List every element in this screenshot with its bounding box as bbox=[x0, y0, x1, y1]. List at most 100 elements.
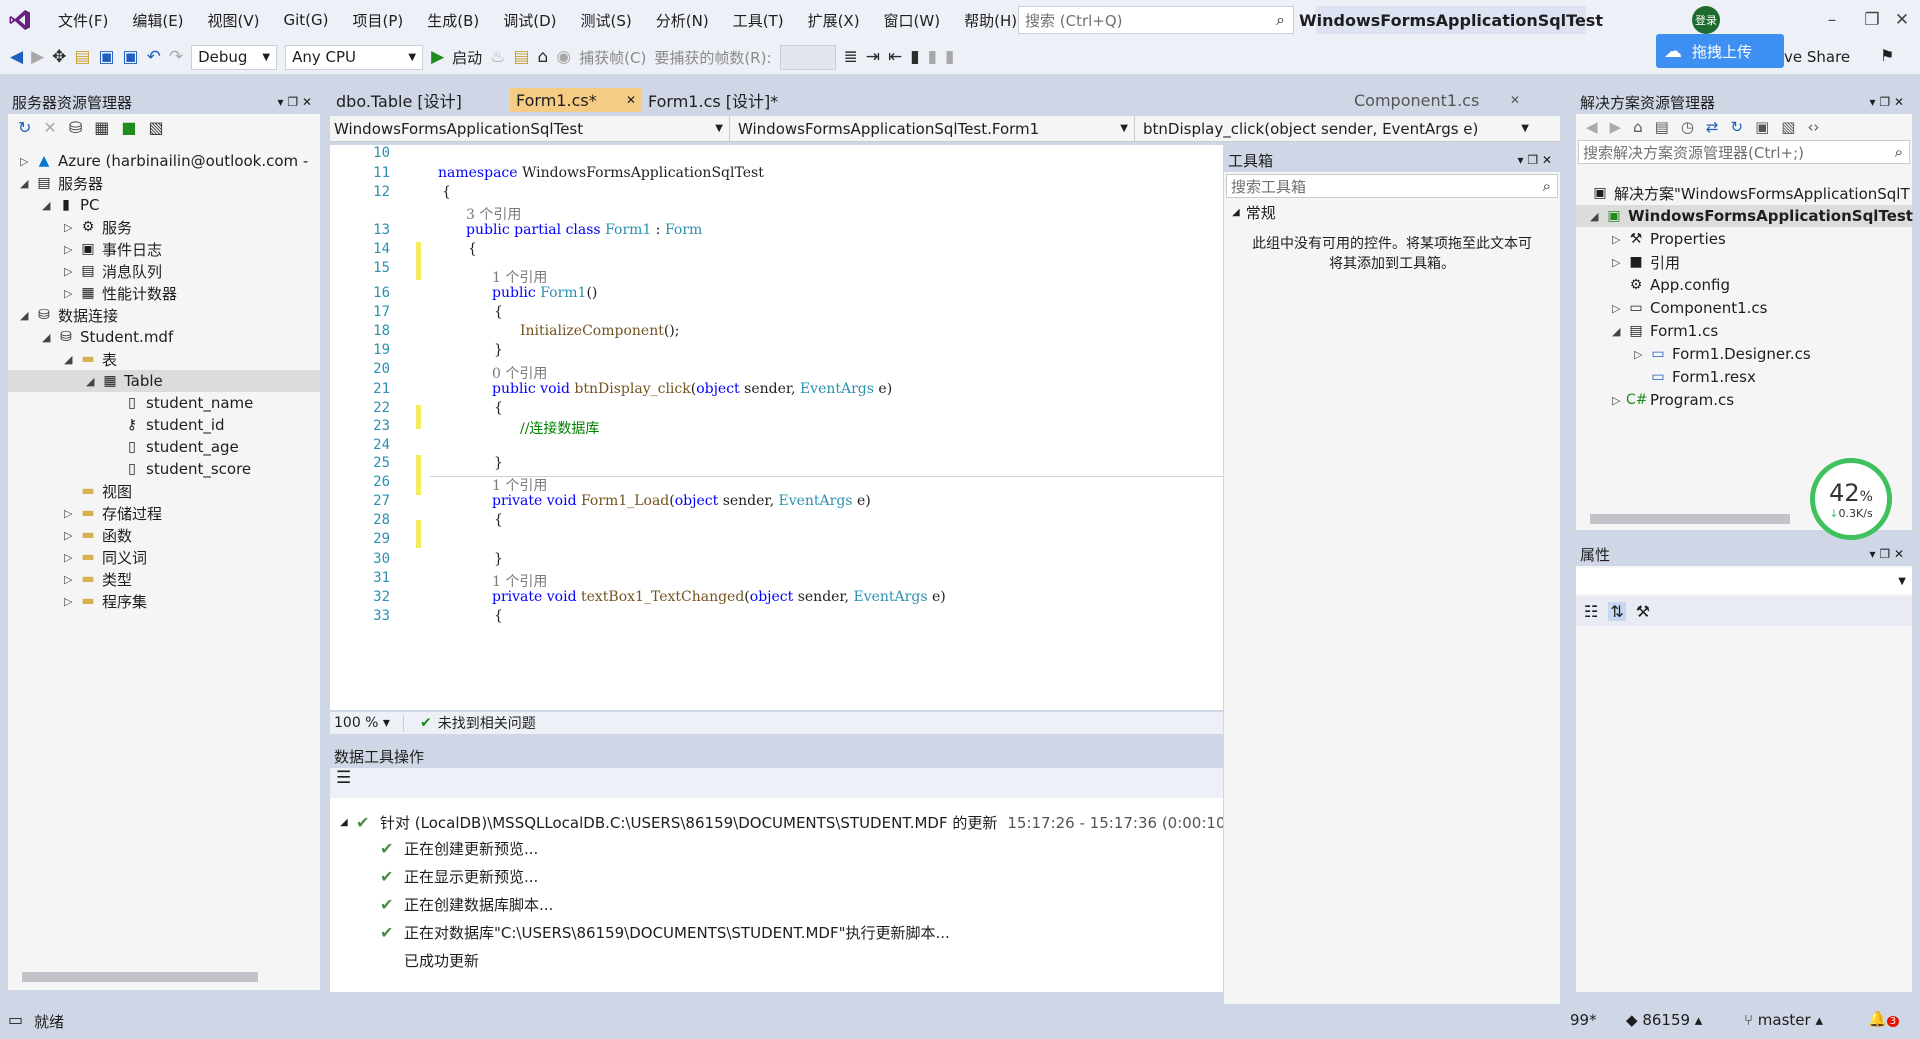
solution-search-input[interactable]: 搜索解决方案资源管理器(Ctrl+;) ⌕ bbox=[1578, 140, 1910, 164]
code-view-icon[interactable]: ‹› bbox=[1807, 118, 1819, 136]
forward-icon[interactable]: ▶ bbox=[31, 47, 44, 67]
folder-icon[interactable]: ▤ bbox=[513, 47, 529, 67]
upload-button[interactable]: ☁ 拖拽上传 bbox=[1656, 34, 1784, 68]
notifications-icon[interactable]: 🔔 3 bbox=[1868, 1010, 1900, 1028]
panel-options-icon[interactable]: ▾ ❐ ✕ bbox=[1870, 547, 1904, 561]
capture-count-select[interactable] bbox=[779, 44, 836, 70]
close-icon[interactable]: ✕ bbox=[1882, 8, 1920, 32]
git-commits[interactable]: ◆ 86159 ▴ bbox=[1626, 1011, 1702, 1029]
tab-component1[interactable]: Component1.cs ✕ bbox=[1348, 88, 1526, 112]
bookmark-icon[interactable]: ▮ bbox=[910, 47, 919, 67]
tree-item-assemblies[interactable]: ▷ ▬ 程序集 bbox=[64, 590, 147, 612]
save-icon[interactable]: ▣ bbox=[98, 47, 114, 67]
tree-item-solution[interactable]: ▣ 解决方案"WindowsFormsApplicationSqlT bbox=[1590, 182, 1909, 204]
save-all-icon[interactable]: ▣ bbox=[123, 47, 139, 67]
properties-object-select[interactable]: ▼ bbox=[1576, 568, 1912, 594]
menu-test[interactable]: 测试(S) bbox=[569, 0, 644, 40]
tree-item-functions[interactable]: ▷ ▬ 函数 bbox=[64, 524, 132, 546]
tab-form1-cs[interactable]: Form1.cs* ✕ bbox=[510, 88, 642, 112]
tab-dbo-table[interactable]: dbo.Table [设计] bbox=[330, 88, 510, 112]
tree-item-stored-procs[interactable]: ▷ ▬ 存储过程 bbox=[64, 502, 162, 524]
undo-icon[interactable]: ↶ bbox=[147, 47, 161, 67]
bookmark-next-icon[interactable]: ▮ bbox=[945, 47, 954, 67]
tree-item-tables[interactable]: ◢ ▬ 表 bbox=[64, 348, 117, 370]
status-errors[interactable]: 99* bbox=[1570, 1011, 1597, 1029]
reference-count[interactable]: 1 个引用 bbox=[492, 571, 547, 591]
menu-analyze[interactable]: 分析(N) bbox=[644, 0, 721, 40]
tree-item-pc[interactable]: ◢ ▮ PC bbox=[42, 194, 100, 216]
project-dropdown[interactable]: WindowsFormsApplicationSqlTest ▼ bbox=[330, 116, 730, 141]
azure-connect-icon[interactable]: ▧ bbox=[148, 118, 163, 137]
back-icon[interactable]: ◀ bbox=[1586, 118, 1598, 136]
open-folder-icon[interactable]: ▤ bbox=[74, 47, 90, 67]
panel-options-icon[interactable]: ▾ ❐ ✕ bbox=[1518, 153, 1552, 167]
avatar[interactable]: 登录 bbox=[1692, 6, 1720, 34]
tree-item-form1-resx[interactable]: ▭ Form1.resx bbox=[1648, 366, 1755, 388]
menu-edit[interactable]: 编辑(E) bbox=[120, 0, 195, 40]
toolbox-group-general[interactable]: ◢ 常规 bbox=[1224, 200, 1560, 224]
reference-count[interactable]: 1 个引用 bbox=[492, 267, 547, 287]
tree-item-form1-designer[interactable]: ▷ ▭ Form1.Designer.cs bbox=[1634, 343, 1811, 365]
git-branch[interactable]: ⑂ master ▴ bbox=[1744, 1011, 1823, 1029]
tree-item-data-connections[interactable]: ◢ ⛁ 数据连接 bbox=[20, 304, 118, 326]
connect-database-icon[interactable]: ⛁ bbox=[69, 118, 82, 137]
stop-icon[interactable]: ✕ bbox=[43, 118, 56, 137]
menu-extensions[interactable]: 扩展(X) bbox=[796, 0, 872, 40]
search-input[interactable]: 搜索 (Ctrl+Q) ⌕ bbox=[1018, 6, 1294, 34]
align-icon[interactable]: ≣ bbox=[844, 47, 858, 67]
categorized-icon[interactable]: ☷ bbox=[1584, 602, 1598, 621]
show-all-files-icon[interactable]: ▧ bbox=[1781, 118, 1795, 136]
refresh-icon[interactable]: ↻ bbox=[18, 118, 31, 137]
close-icon[interactable]: ✕ bbox=[1510, 93, 1520, 107]
connect-server-icon[interactable]: ▦ bbox=[94, 118, 109, 137]
tree-item-form1[interactable]: ◢ ▤ Form1.cs bbox=[1612, 320, 1718, 342]
reference-count[interactable]: 3 个引用 bbox=[466, 204, 521, 224]
reference-count[interactable]: 1 个引用 bbox=[492, 475, 547, 495]
close-icon[interactable]: ✕ bbox=[626, 93, 636, 107]
indent-icon[interactable]: ⇥ bbox=[866, 47, 880, 67]
tree-item-servers[interactable]: ◢ ▤ 服务器 bbox=[20, 172, 103, 194]
tree-item-perf-counters[interactable]: ▷ ▦ 性能计数器 bbox=[64, 282, 177, 304]
camera-icon[interactable]: ◉ bbox=[556, 47, 571, 67]
toolbox-search-input[interactable]: 搜索工具箱 ⌕ bbox=[1226, 174, 1558, 198]
menu-tools[interactable]: 工具(T) bbox=[721, 0, 796, 40]
class-dropdown[interactable]: WindowsFormsApplicationSqlTest.Form1 ▼ bbox=[730, 116, 1135, 141]
tree-item-column[interactable]: ▯ student_name bbox=[122, 392, 253, 414]
tree-item-services[interactable]: ▷ ⚙ 服务 bbox=[64, 216, 132, 238]
chevron-down-icon[interactable]: ◢ bbox=[340, 817, 356, 828]
platform-select[interactable]: Any CPU ▼ bbox=[285, 44, 424, 70]
tree-item-project[interactable]: ◢ ▣ WindowsFormsApplicationSqlTest bbox=[1590, 205, 1913, 227]
feedback-icon[interactable]: ⚑ bbox=[1880, 46, 1894, 65]
menu-debug[interactable]: 调试(D) bbox=[491, 0, 568, 40]
menu-window[interactable]: 窗口(W) bbox=[872, 0, 953, 40]
connect-sharepoint-icon[interactable]: ■ bbox=[121, 118, 136, 137]
new-project-icon[interactable]: ✥ bbox=[52, 47, 66, 67]
forward-icon[interactable]: ▶ bbox=[1610, 118, 1622, 136]
tree-item-component1[interactable]: ▷ ▭ Component1.cs bbox=[1612, 297, 1767, 319]
menu-git[interactable]: Git(G) bbox=[272, 0, 341, 40]
code-editor[interactable]: 10 11 12 13 14 15 16 17 18 19 20 21 22 23 24 25 26 27 28 29… bbox=[330, 145, 1223, 710]
tree-item-types[interactable]: ▷ ▬ 类型 bbox=[64, 568, 132, 590]
issues-status[interactable]: 未找到相关问题 bbox=[438, 713, 536, 733]
tab-form1-designer[interactable]: Form1.cs [设计]* bbox=[642, 88, 824, 112]
menu-view[interactable]: 视图(V) bbox=[196, 0, 272, 40]
back-icon[interactable]: ◀ bbox=[10, 47, 23, 67]
sync-icon[interactable]: ⇄ bbox=[1706, 118, 1719, 136]
property-pages-icon[interactable]: ⚒ bbox=[1636, 602, 1650, 621]
live-share-button[interactable]: ve Share bbox=[1784, 48, 1850, 66]
start-icon[interactable]: ▶ bbox=[431, 47, 444, 67]
horizontal-scrollbar[interactable] bbox=[1590, 514, 1790, 524]
tree-item-program[interactable]: ▷ C# Program.cs bbox=[1612, 389, 1734, 411]
horizontal-scrollbar[interactable] bbox=[22, 972, 258, 982]
hot-reload-icon[interactable]: ♨ bbox=[490, 47, 505, 67]
tree-item-views[interactable]: ▬ 视图 bbox=[78, 480, 132, 502]
member-dropdown[interactable]: btnDisplay_click(object sender, EventArg… bbox=[1135, 116, 1535, 141]
pending-changes-icon[interactable]: ◷ bbox=[1681, 118, 1694, 136]
outdent-icon[interactable]: ⇤ bbox=[888, 47, 902, 67]
home-icon[interactable]: ⌂ bbox=[538, 47, 549, 67]
tree-item-synonyms[interactable]: ▷ ▬ 同义词 bbox=[64, 546, 147, 568]
tree-item-event-log[interactable]: ▷ ▣ 事件日志 bbox=[64, 238, 162, 260]
tree-item-azure[interactable]: ▷ ▲ Azure (harbinailin@outlook.com - bbox=[20, 150, 308, 172]
menu-file[interactable]: 文件(F) bbox=[46, 0, 120, 40]
start-button[interactable]: 启动 bbox=[452, 47, 482, 68]
